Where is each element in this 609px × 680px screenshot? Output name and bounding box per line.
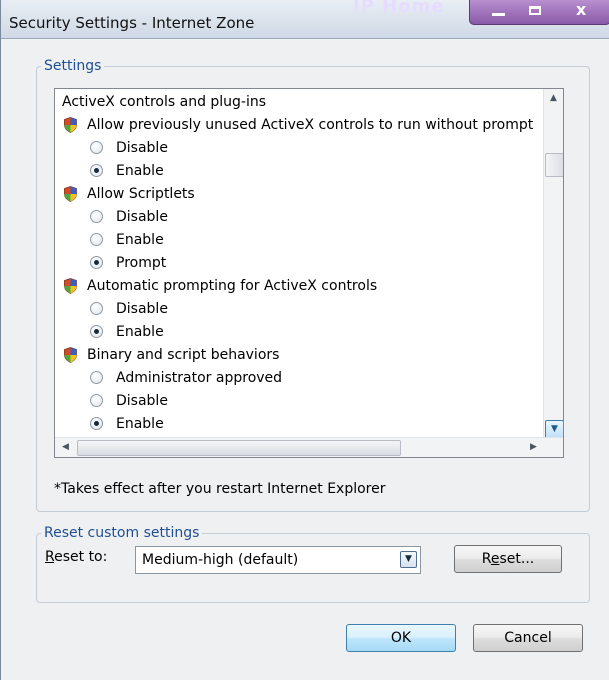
background-window-text: IP Home <box>353 0 445 17</box>
security-shield-icon <box>64 186 77 202</box>
radio-button-selected[interactable] <box>90 325 103 338</box>
settings-category-heading: ActiveX controls and plug-ins <box>62 94 267 110</box>
radio-button[interactable] <box>90 371 103 384</box>
setting-label: Automatic prompting for ActiveX controls <box>87 278 378 294</box>
reset-legend: Reset custom settings <box>44 525 200 541</box>
setting-label: Allow Scriptlets <box>87 186 195 202</box>
option-label: Disable <box>116 301 168 317</box>
security-shield-icon <box>64 278 77 294</box>
reset-level-value: Medium-high (default) <box>142 552 299 568</box>
setting-label: Binary and script behaviors <box>87 347 280 363</box>
scroll-left-icon[interactable]: ◀ <box>57 439 74 456</box>
security-shield-icon <box>64 347 77 363</box>
option-label: Enable <box>116 324 164 340</box>
option-label: Disable <box>116 209 168 225</box>
close-button[interactable] <box>560 0 604 20</box>
radio-button[interactable] <box>90 394 103 407</box>
cancel-button[interactable]: Cancel <box>473 624 583 652</box>
option-label: Enable <box>116 163 164 179</box>
option-label: Disable <box>116 140 168 156</box>
security-shield-icon <box>64 117 77 133</box>
reset-label-rest: eset to: <box>54 549 108 565</box>
reset-label-mnemonic: R <box>45 549 55 565</box>
radio-button-selected[interactable] <box>90 417 103 430</box>
option-label: Disable <box>116 393 168 409</box>
chevron-down-icon[interactable]: ▼ <box>400 551 417 568</box>
radio-button-selected[interactable] <box>90 256 103 269</box>
caption-buttons <box>469 0 609 25</box>
minimize-button[interactable] <box>478 2 518 20</box>
reset-button[interactable]: Reset... <box>454 545 562 573</box>
scroll-up-icon[interactable]: ▲ <box>545 90 562 107</box>
reset-to-label: Reset to: <box>45 549 107 565</box>
maximize-button[interactable] <box>516 2 556 20</box>
restart-note: *Takes effect after you restart Internet… <box>54 481 386 497</box>
settings-list[interactable]: ActiveX controls and plug-ins Allow previ… <box>54 88 564 458</box>
radio-button[interactable] <box>90 302 103 315</box>
radio-button[interactable] <box>90 141 103 154</box>
vertical-scrollbar[interactable]: ▲ ▼ <box>543 89 563 439</box>
option-label: Enable <box>116 232 164 248</box>
window-title: Security Settings - Internet Zone <box>9 14 255 32</box>
scroll-right-icon[interactable]: ▶ <box>525 439 542 456</box>
reset-level-dropdown[interactable]: Medium-high (default) ▼ <box>135 546 421 574</box>
vertical-scroll-thumb[interactable] <box>545 153 563 177</box>
reset-button-post: set... <box>499 551 535 567</box>
horizontal-scrollbar[interactable]: ◀ ▶ <box>55 437 563 457</box>
option-label: Enable <box>116 416 164 432</box>
title-bar[interactable]: Security Settings - Internet Zone IP Hom… <box>1 0 609 39</box>
ok-button[interactable]: OK <box>346 624 456 652</box>
option-label: Prompt <box>116 255 167 271</box>
radio-button-selected[interactable] <box>90 164 103 177</box>
horizontal-scroll-thumb[interactable] <box>77 440 401 456</box>
reset-button-pre: R <box>481 551 491 567</box>
option-label: Administrator approved <box>116 370 283 386</box>
setting-label: Allow previously unused ActiveX controls… <box>87 117 534 133</box>
settings-legend: Settings <box>44 58 102 74</box>
security-settings-dialog: Security Settings - Internet Zone IP Hom… <box>0 0 609 680</box>
radio-button[interactable] <box>90 233 103 246</box>
radio-button[interactable] <box>90 210 103 223</box>
